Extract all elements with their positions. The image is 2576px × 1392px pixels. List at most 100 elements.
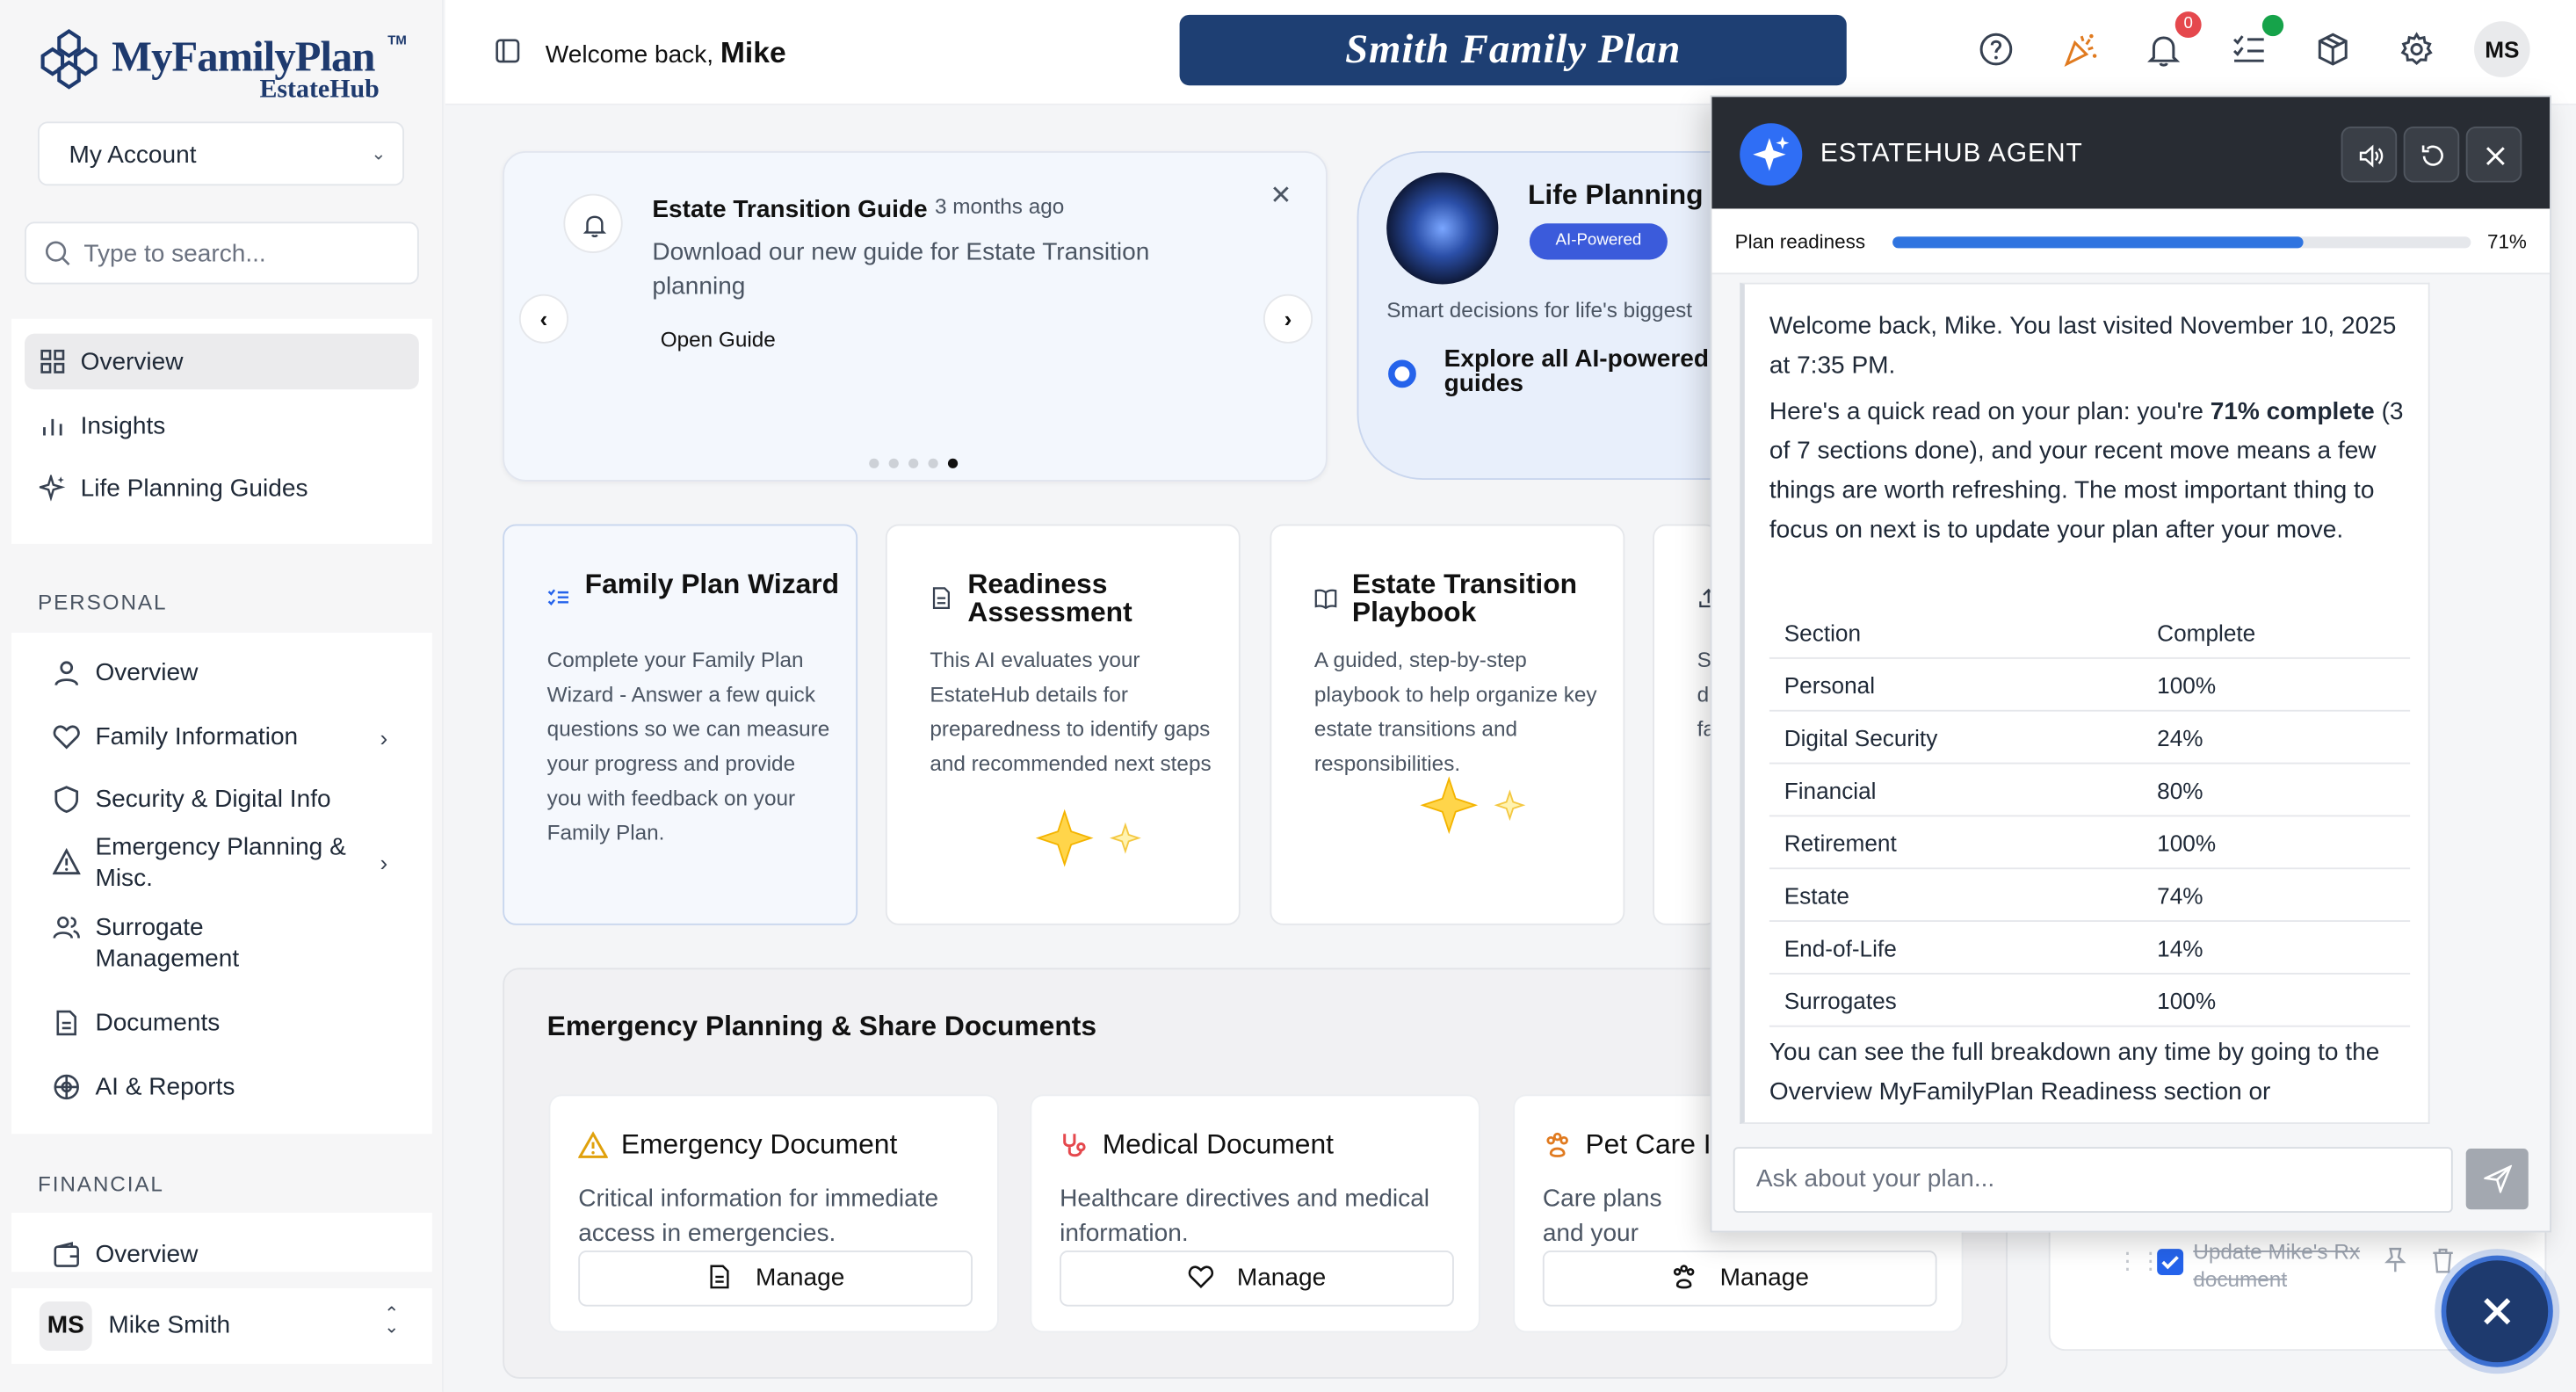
feature-title: Family Plan Wizard <box>584 568 840 600</box>
nav-family-information[interactable]: Family Information › <box>53 721 414 753</box>
ask-placeholder: Ask about your plan... <box>1755 1164 1995 1193</box>
table-row: Financial 80% <box>1769 765 2411 817</box>
nav-label: Insights <box>80 412 166 441</box>
tasks-icon[interactable] <box>2231 32 2267 68</box>
account-select-value: My Account <box>69 141 197 170</box>
ai-orb-icon <box>1386 172 1499 285</box>
drag-handle-icon[interactable]: ⋮⋮ <box>2116 1247 2161 1275</box>
carousel-prev-button[interactable]: ‹ <box>518 294 568 344</box>
welcome-text: Welcome back, Mike <box>546 36 786 70</box>
warning-icon <box>578 1131 608 1158</box>
guide-time: 3 months ago <box>934 193 1065 219</box>
ask-input[interactable]: Ask about your plan... <box>1733 1147 2453 1213</box>
partial-feature-card[interactable]: S d fa <box>1653 524 1719 925</box>
estate-transition-playbook-card[interactable]: Estate Transition Playbook A guided, ste… <box>1270 524 1625 925</box>
carousel-dots <box>869 447 967 477</box>
agent-message: Welcome back, Mike. You last visited Nov… <box>1740 282 2430 1125</box>
agent-close-fab[interactable] <box>2441 1255 2553 1367</box>
carousel-dot[interactable] <box>888 458 899 468</box>
plan-banner[interactable]: Smith Family Plan <box>1179 14 1847 86</box>
table-cell: 74% <box>2157 882 2203 910</box>
manage-button[interactable]: Manage <box>578 1250 973 1307</box>
guide-description: Download our new guide for Estate Transi… <box>652 238 1150 301</box>
todo-checkbox[interactable] <box>2157 1249 2184 1276</box>
chevron-right-icon: › <box>380 724 388 751</box>
table-header-row: Section Complete <box>1769 606 2411 659</box>
nav-financial-overview[interactable]: Overview <box>53 1239 414 1271</box>
search-input[interactable]: Type to search... <box>25 221 419 285</box>
feature-description: Complete your Family Plan Wizard - Answe… <box>546 647 830 845</box>
speaker-button[interactable] <box>2341 126 2398 183</box>
nav-personal-overview[interactable]: Overview <box>53 657 414 689</box>
nav-life-planning-guides[interactable]: Life Planning Guides <box>25 460 419 517</box>
message-text: Here's a quick read on your plan: you're <box>1769 397 2211 426</box>
search-icon <box>45 241 70 265</box>
todo-text: Update Mike's Rx document <box>2193 1238 2361 1292</box>
close-icon <box>2484 1298 2511 1325</box>
table-row: Retirement 100% <box>1769 816 2411 870</box>
table-cell: 24% <box>2157 724 2203 751</box>
manage-button[interactable]: Manage <box>1542 1250 1937 1307</box>
table-cell: Retirement <box>1784 830 1897 857</box>
reset-button[interactable] <box>2403 126 2460 183</box>
sparkles-icon <box>1420 776 1526 835</box>
brand-tm: TM <box>387 33 407 48</box>
user-menu[interactable]: MS Mike Smith ⌃ ⌄ <box>11 1288 432 1365</box>
readiness-assessment-card[interactable]: Readiness Assessment This AI evaluates y… <box>885 524 1241 925</box>
warning-icon <box>52 847 81 875</box>
nav-documents[interactable]: Documents <box>53 1007 414 1039</box>
celebration-icon[interactable] <box>2062 32 2098 68</box>
table-cell: End-of-Life <box>1784 934 1897 961</box>
guide-bell <box>563 193 623 253</box>
feature-title: Estate Transition Playbook <box>1351 568 1578 628</box>
carousel-dot[interactable] <box>908 458 919 468</box>
readiness-label: Plan readiness <box>1734 229 1866 253</box>
progress-track <box>1892 236 2471 249</box>
pin-icon[interactable] <box>2384 1247 2406 1273</box>
gear-icon[interactable] <box>2399 32 2435 68</box>
explore-guides-link[interactable]: Explore all AI-powered guides <box>1444 347 1740 396</box>
message-paragraph: You can see the full breakdown any time … <box>1769 1038 2380 1106</box>
manage-button[interactable]: Manage <box>1060 1250 1454 1307</box>
doc-card-description: Critical information for immediate acces… <box>578 1185 939 1248</box>
close-agent-button[interactable] <box>2465 126 2522 183</box>
brand-sub: EstateHub <box>259 76 380 104</box>
nav-emergency-planning[interactable]: Emergency Planning & Misc. › <box>52 831 414 894</box>
send-button[interactable] <box>2465 1149 2529 1210</box>
nav-ai-reports[interactable]: AI & Reports <box>53 1071 414 1103</box>
message-paragraph: Here's a quick read on your plan: you're… <box>1769 393 2410 551</box>
family-plan-wizard-card[interactable]: Family Plan Wizard Complete your Family … <box>503 524 858 925</box>
brand-logo[interactable]: MyFamilyPlan TM EstateHub <box>36 23 414 108</box>
table-cell: 14% <box>2157 934 2203 961</box>
section-label-financial: FINANCIAL <box>38 1171 164 1197</box>
agent-title: ESTATEHUB AGENT <box>1820 139 2083 168</box>
life-planning-card[interactable]: Life Planning G AI-Powered Smart decisio… <box>1357 151 1735 481</box>
sidebar-toggle-icon[interactable] <box>495 38 521 64</box>
package-icon[interactable] <box>2315 32 2351 68</box>
open-guide-link[interactable]: Open Guide <box>661 327 776 352</box>
close-icon[interactable]: ✕ <box>1270 179 1292 212</box>
avatar: MS <box>39 1301 92 1352</box>
carousel-dot[interactable] <box>869 458 879 468</box>
doc-card-title: Medical Document <box>1102 1128 1334 1161</box>
carousel-dot[interactable] <box>928 458 938 468</box>
carousel-dot-active[interactable] <box>947 458 959 468</box>
nav-security-digital-info[interactable]: Security & Digital Info <box>53 784 414 816</box>
bell-icon <box>582 215 607 238</box>
guide-title: Estate Transition Guide <box>652 195 928 224</box>
nav-overview[interactable]: Overview <box>25 333 419 390</box>
bell-icon[interactable] <box>2145 32 2182 68</box>
section-title: Emergency Planning & Share Documents <box>546 1010 1097 1042</box>
nav-insights[interactable]: Insights <box>25 398 419 454</box>
paw-icon <box>1673 1265 1695 1289</box>
nav-surrogate-management[interactable]: Surrogate Management <box>53 912 414 975</box>
nav-label: Documents <box>95 1009 221 1037</box>
doc-card-title: Pet Care I <box>1585 1128 1711 1161</box>
table-row: Surrogates 100% <box>1769 975 2411 1027</box>
life-planning-subtitle: Smart decisions for life's biggest <box>1386 297 1693 323</box>
account-select[interactable]: My Account ⌄ <box>38 121 404 186</box>
carousel-next-button[interactable]: › <box>1263 294 1313 344</box>
paw-icon <box>1546 1132 1568 1157</box>
header-avatar[interactable]: MS <box>2474 21 2530 77</box>
help-icon[interactable] <box>1978 32 2014 68</box>
